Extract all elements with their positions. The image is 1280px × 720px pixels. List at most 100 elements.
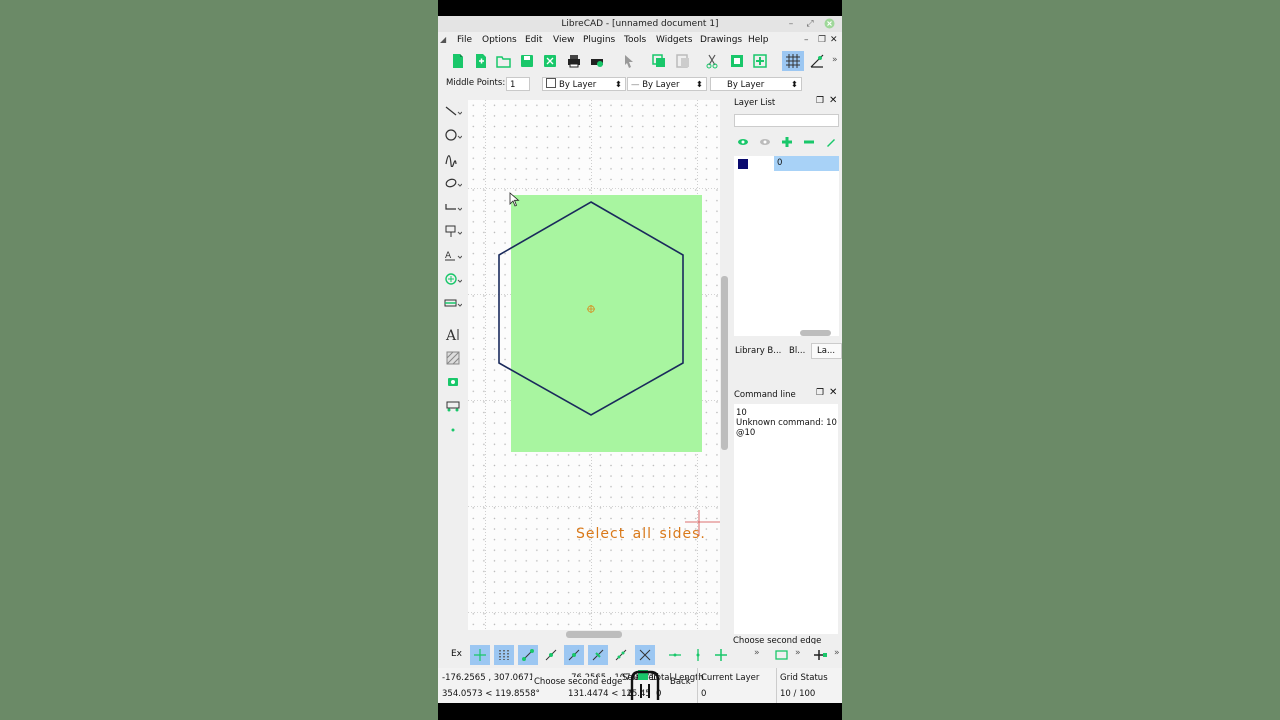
new-from-template-icon[interactable] bbox=[473, 53, 489, 69]
copy-icon[interactable] bbox=[651, 53, 667, 69]
text-tool-icon[interactable]: A bbox=[444, 326, 462, 342]
middle-points-spinbox[interactable]: 1 bbox=[506, 77, 530, 91]
snap-grid-button[interactable] bbox=[494, 645, 514, 665]
remove-layer-icon[interactable] bbox=[803, 136, 815, 148]
line-tool-icon[interactable] bbox=[444, 103, 462, 119]
hide-all-layers-icon[interactable] bbox=[759, 136, 771, 148]
snap-middle-button[interactable] bbox=[588, 645, 608, 665]
snap-overflow-icon[interactable]: » bbox=[754, 648, 760, 658]
save-icon[interactable] bbox=[519, 53, 535, 69]
insert-block-icon[interactable] bbox=[752, 53, 768, 69]
block-tool-icon[interactable] bbox=[444, 398, 462, 414]
float-panel-icon[interactable]: ❐ bbox=[816, 96, 824, 106]
linewidth-select[interactable]: By Layer ⬍ bbox=[710, 77, 802, 91]
grid-toggle-button[interactable] bbox=[782, 51, 804, 71]
menu-view[interactable]: View bbox=[553, 32, 574, 48]
close-panel-icon[interactable]: ✕ bbox=[829, 95, 837, 106]
show-all-layers-icon[interactable] bbox=[737, 136, 749, 148]
snap-distance-button[interactable] bbox=[611, 645, 631, 665]
select-tool-icon[interactable] bbox=[444, 223, 462, 239]
info-tool-icon[interactable] bbox=[444, 295, 462, 311]
relative-zero-icon[interactable] bbox=[772, 645, 792, 665]
vertical-scroll-thumb[interactable] bbox=[721, 276, 728, 450]
menu-file[interactable]: File bbox=[457, 32, 472, 48]
panel-tabs: Library B... Bl... La... bbox=[730, 343, 842, 359]
circle-tool-icon[interactable] bbox=[444, 127, 462, 143]
snap-intersection-button[interactable] bbox=[635, 645, 655, 665]
linetype-preview-icon: — bbox=[631, 80, 640, 90]
float-panel-icon[interactable]: ❐ bbox=[816, 388, 824, 398]
linetype-select[interactable]: — By Layer ⬍ bbox=[627, 77, 707, 91]
minimize-icon[interactable]: – bbox=[785, 18, 797, 30]
layer-name-cell[interactable]: 0 bbox=[774, 156, 839, 171]
draft-mode-icon[interactable] bbox=[809, 53, 825, 69]
restrict-horizontal-icon[interactable] bbox=[665, 645, 685, 665]
new-file-icon[interactable] bbox=[450, 53, 466, 69]
right-dock: Layer List ❐ ✕ 0 Library B... Bl... La..… bbox=[730, 94, 842, 654]
tab-blocks[interactable]: Bl... bbox=[789, 346, 805, 356]
command-line-title: Command line bbox=[734, 390, 796, 400]
snap-endpoint-button[interactable] bbox=[518, 645, 538, 665]
menu-help[interactable]: Help bbox=[748, 32, 769, 48]
cut-icon[interactable] bbox=[704, 53, 720, 69]
menu-drawings[interactable]: Drawings bbox=[700, 32, 742, 48]
horizontal-scrollbar[interactable] bbox=[468, 630, 721, 639]
lock-relative-zero-icon[interactable] bbox=[810, 645, 830, 665]
color-value: By Layer bbox=[559, 80, 597, 90]
dimension-tool-icon[interactable]: A bbox=[444, 247, 462, 263]
intersection-icon bbox=[639, 649, 651, 661]
close-window-button[interactable] bbox=[823, 18, 835, 30]
snap-overflow-icon[interactable]: » bbox=[795, 648, 801, 658]
mdi-minimize-icon[interactable]: – bbox=[804, 32, 809, 48]
layer-filter-input[interactable] bbox=[734, 114, 839, 127]
mdi-close-icon[interactable]: ✕ bbox=[830, 32, 838, 48]
menu-plugins[interactable]: Plugins bbox=[583, 32, 615, 48]
print-preview-icon[interactable] bbox=[589, 53, 605, 69]
close-panel-icon[interactable]: ✕ bbox=[829, 387, 837, 398]
menu-tools[interactable]: Tools bbox=[624, 32, 646, 48]
restrict-vertical-icon[interactable] bbox=[688, 645, 708, 665]
tab-layers[interactable]: La... bbox=[811, 343, 842, 359]
mdi-restore-icon[interactable]: ❐ bbox=[818, 32, 826, 48]
paste-icon[interactable] bbox=[675, 53, 691, 69]
snap-free-button[interactable] bbox=[470, 645, 490, 665]
snap-toolbar: Ex » » » bbox=[438, 644, 842, 666]
snap-on-entity-button[interactable] bbox=[541, 645, 561, 665]
block-icon[interactable] bbox=[729, 53, 745, 69]
print-icon[interactable] bbox=[566, 53, 582, 69]
drawing-canvas[interactable]: Select all sides. bbox=[468, 100, 721, 630]
app-menu-icon[interactable]: ◢ bbox=[440, 32, 446, 48]
hatch-tool-icon[interactable] bbox=[444, 350, 462, 366]
horizontal-scroll-thumb[interactable] bbox=[566, 631, 622, 638]
select-pointer-icon[interactable] bbox=[621, 53, 637, 69]
curve-tool-icon[interactable] bbox=[444, 151, 462, 167]
edit-layer-icon[interactable] bbox=[825, 136, 837, 148]
grid-dots-icon bbox=[499, 650, 509, 660]
open-file-icon[interactable] bbox=[496, 53, 512, 69]
point-tool-icon[interactable] bbox=[444, 422, 462, 438]
snap-center-button[interactable] bbox=[564, 645, 584, 665]
menu-edit[interactable]: Edit bbox=[525, 32, 542, 48]
modify-tool-icon[interactable] bbox=[444, 271, 462, 287]
menu-bar: ◢ File Options Edit View Plugins Tools W… bbox=[438, 32, 842, 48]
vertical-scrollbar[interactable] bbox=[720, 100, 729, 630]
layer-row[interactable]: 0 bbox=[734, 156, 839, 172]
color-select[interactable]: By Layer ⬍ bbox=[542, 77, 626, 91]
add-layer-icon[interactable] bbox=[781, 136, 793, 148]
tool-palette: A A bbox=[438, 100, 468, 440]
toolbar-overflow-icon[interactable]: » bbox=[832, 55, 838, 65]
save-as-icon[interactable] bbox=[542, 53, 558, 69]
layer-table-scrollbar[interactable] bbox=[800, 330, 831, 336]
restore-icon[interactable]: ⤢ bbox=[804, 18, 816, 30]
crosshair-icon bbox=[474, 649, 486, 661]
menu-options[interactable]: Options bbox=[482, 32, 517, 48]
image-tool-icon[interactable] bbox=[444, 374, 462, 390]
chevron-down-icon: ⬍ bbox=[695, 80, 703, 90]
ellipse-tool-icon[interactable] bbox=[444, 175, 462, 191]
on-entity-icon bbox=[545, 649, 557, 661]
restrict-orthogonal-icon[interactable] bbox=[711, 645, 731, 665]
menu-widgets[interactable]: Widgets bbox=[656, 32, 692, 48]
tab-library-browser[interactable]: Library B... bbox=[735, 346, 781, 356]
snap-overflow-icon[interactable]: » bbox=[834, 648, 840, 658]
polyline-tool-icon[interactable] bbox=[444, 199, 462, 215]
